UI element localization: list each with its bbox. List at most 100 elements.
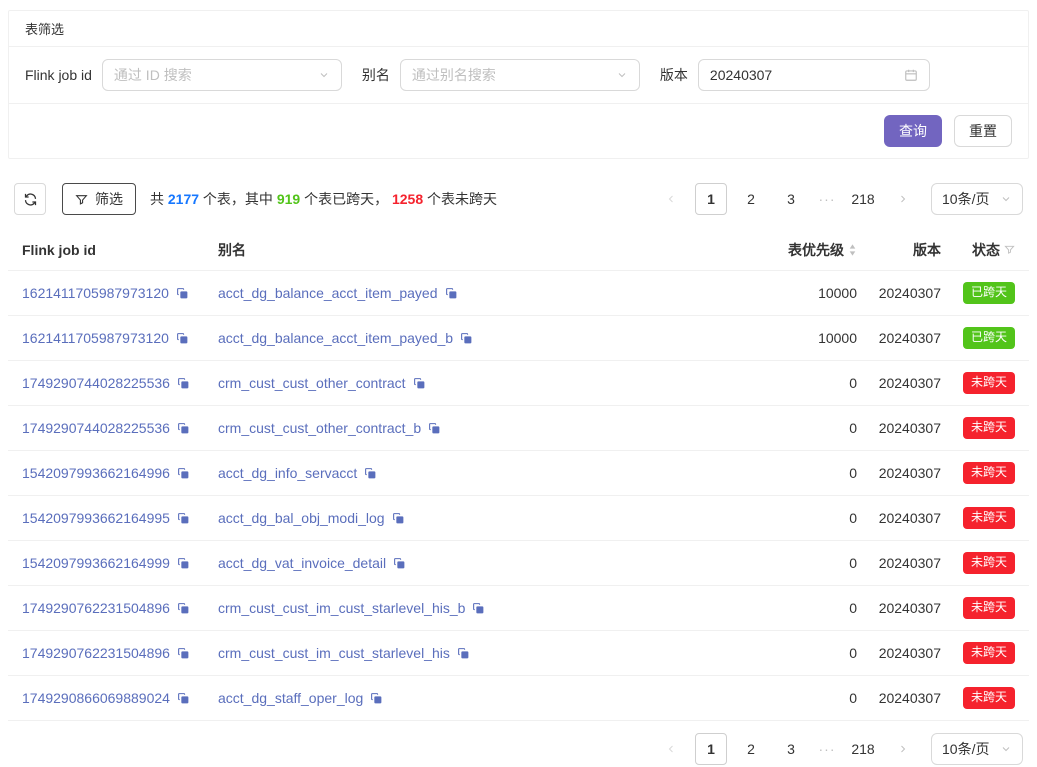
- refresh-button[interactable]: [14, 183, 46, 215]
- filter-toggle-button[interactable]: 筛选: [62, 183, 136, 215]
- copy-icon[interactable]: [177, 602, 190, 615]
- status-badge: 未跨天: [963, 372, 1015, 394]
- flink-job-id-link[interactable]: 1542097993662164996: [22, 465, 170, 481]
- status-badge: 未跨天: [963, 687, 1015, 709]
- copy-icon[interactable]: [177, 377, 190, 390]
- filter-card-title: 表筛选: [9, 11, 1028, 47]
- alias-link[interactable]: acct_dg_vat_invoice_detail: [218, 555, 386, 571]
- copy-icon[interactable]: [460, 332, 473, 345]
- flink-job-id-link[interactable]: 1542097993662164995: [22, 510, 170, 526]
- copy-icon[interactable]: [392, 512, 405, 525]
- table-body: 1621411705987973120 acct_dg_balance_acct…: [8, 271, 1029, 721]
- table-row: 1749290762231504896 crm_cust_cust_im_cus…: [8, 631, 1029, 676]
- filter-card: 表筛选 Flink job id 通过 ID 搜索 别名 通过别名搜索 版本: [8, 10, 1029, 159]
- priority-value: 0: [737, 555, 857, 571]
- chevron-down-icon: [616, 69, 628, 81]
- tables-table: Flink job id 别名 表优先级 版本 状态 1621411705987…: [8, 229, 1029, 721]
- copy-icon[interactable]: [393, 557, 406, 570]
- alias-link[interactable]: acct_dg_info_servacct: [218, 465, 357, 481]
- copy-icon[interactable]: [177, 647, 190, 660]
- pagination-bottom-wrap: 1 2 3 ··· 218 10条/页: [8, 733, 1023, 765]
- copy-icon[interactable]: [370, 692, 383, 705]
- alias-field: 别名 通过别名搜索: [362, 59, 640, 91]
- copy-icon[interactable]: [445, 287, 458, 300]
- page-ellipsis[interactable]: ···: [815, 191, 839, 207]
- status-badge: 已跨天: [963, 282, 1015, 304]
- header-status: 状态: [941, 240, 1015, 260]
- version-date-input[interactable]: 20240307: [698, 59, 930, 91]
- reset-button[interactable]: 重置: [954, 115, 1012, 147]
- copy-icon[interactable]: [177, 692, 190, 705]
- version-value: 20240307: [857, 555, 941, 571]
- status-cell: 已跨天: [941, 327, 1015, 349]
- status-cell: 未跨天: [941, 597, 1015, 619]
- flink-job-id-cell: 1621411705987973120: [22, 330, 218, 346]
- flink-job-id-link[interactable]: 1749290866069889024: [22, 690, 170, 706]
- alias-link[interactable]: acct_dg_balance_acct_item_payed_b: [218, 330, 453, 346]
- alias-cell: acct_dg_bal_obj_modi_log: [218, 510, 737, 526]
- page-number-last[interactable]: 218: [847, 733, 879, 765]
- page-size-select[interactable]: 10条/页: [931, 733, 1023, 765]
- page-number-2[interactable]: 2: [735, 183, 767, 215]
- copy-icon[interactable]: [176, 287, 189, 300]
- page-number-last[interactable]: 218: [847, 183, 879, 215]
- version-value: 20240307: [710, 67, 772, 83]
- sort-icon[interactable]: [848, 243, 857, 257]
- page-size-select[interactable]: 10条/页: [931, 183, 1023, 215]
- version-label: 版本: [660, 65, 688, 85]
- version-field: 版本 20240307: [660, 59, 930, 91]
- page-number-3[interactable]: 3: [775, 183, 807, 215]
- flink-job-id-link[interactable]: 1749290744028225536: [22, 375, 170, 391]
- status-cell: 未跨天: [941, 372, 1015, 394]
- table-summary: 共 2177 个表，其中 919 个表已跨天， 1258 个表未跨天: [150, 189, 497, 209]
- copy-icon[interactable]: [428, 422, 441, 435]
- header-status-label: 状态: [972, 240, 1000, 260]
- copy-icon[interactable]: [177, 422, 190, 435]
- status-badge: 已跨天: [963, 327, 1015, 349]
- alias-link[interactable]: crm_cust_cust_other_contract: [218, 375, 406, 391]
- status-cell: 已跨天: [941, 282, 1015, 304]
- alias-placeholder: 通过别名搜索: [412, 65, 496, 85]
- page-ellipsis[interactable]: ···: [815, 741, 839, 757]
- alias-link[interactable]: crm_cust_cust_im_cust_starlevel_his: [218, 645, 450, 661]
- flink-job-id-select[interactable]: 通过 ID 搜索: [102, 59, 342, 91]
- flink-job-id-link[interactable]: 1621411705987973120: [22, 285, 169, 301]
- version-value: 20240307: [857, 645, 941, 661]
- page-size-value: 10条/页: [942, 739, 989, 759]
- status-badge: 未跨天: [963, 417, 1015, 439]
- next-page-button[interactable]: [887, 183, 919, 215]
- page-number-1[interactable]: 1: [695, 733, 727, 765]
- flink-job-id-link[interactable]: 1749290762231504896: [22, 645, 170, 661]
- flink-job-id-link[interactable]: 1749290762231504896: [22, 600, 170, 616]
- status-badge: 未跨天: [963, 597, 1015, 619]
- copy-icon[interactable]: [364, 467, 377, 480]
- flink-job-id-link[interactable]: 1621411705987973120: [22, 330, 169, 346]
- copy-icon[interactable]: [177, 467, 190, 480]
- alias-cell: crm_cust_cust_im_cust_starlevel_his: [218, 645, 737, 661]
- column-filter-icon[interactable]: [1004, 244, 1015, 255]
- alias-select[interactable]: 通过别名搜索: [400, 59, 640, 91]
- copy-icon[interactable]: [177, 512, 190, 525]
- copy-icon[interactable]: [176, 332, 189, 345]
- page-number-1[interactable]: 1: [695, 183, 727, 215]
- copy-icon[interactable]: [177, 557, 190, 570]
- summary-mid2: 个表已跨天，: [300, 191, 392, 207]
- copy-icon[interactable]: [413, 377, 426, 390]
- alias-link[interactable]: crm_cust_cust_other_contract_b: [218, 420, 421, 436]
- next-page-button[interactable]: [887, 733, 919, 765]
- flink-job-id-link[interactable]: 1542097993662164999: [22, 555, 170, 571]
- flink-job-id-cell: 1542097993662164995: [22, 510, 218, 526]
- alias-link[interactable]: acct_dg_balance_acct_item_payed: [218, 285, 438, 301]
- copy-icon[interactable]: [472, 602, 485, 615]
- alias-cell: crm_cust_cust_im_cust_starlevel_his_b: [218, 600, 737, 616]
- filter-actions-row: 查询 重置: [9, 104, 1028, 158]
- page-number-2[interactable]: 2: [735, 733, 767, 765]
- flink-job-id-link[interactable]: 1749290744028225536: [22, 420, 170, 436]
- page-number-3[interactable]: 3: [775, 733, 807, 765]
- search-button[interactable]: 查询: [884, 115, 942, 147]
- alias-link[interactable]: acct_dg_bal_obj_modi_log: [218, 510, 385, 526]
- status-badge: 未跨天: [963, 462, 1015, 484]
- alias-link[interactable]: crm_cust_cust_im_cust_starlevel_his_b: [218, 600, 465, 616]
- alias-link[interactable]: acct_dg_staff_oper_log: [218, 690, 363, 706]
- copy-icon[interactable]: [457, 647, 470, 660]
